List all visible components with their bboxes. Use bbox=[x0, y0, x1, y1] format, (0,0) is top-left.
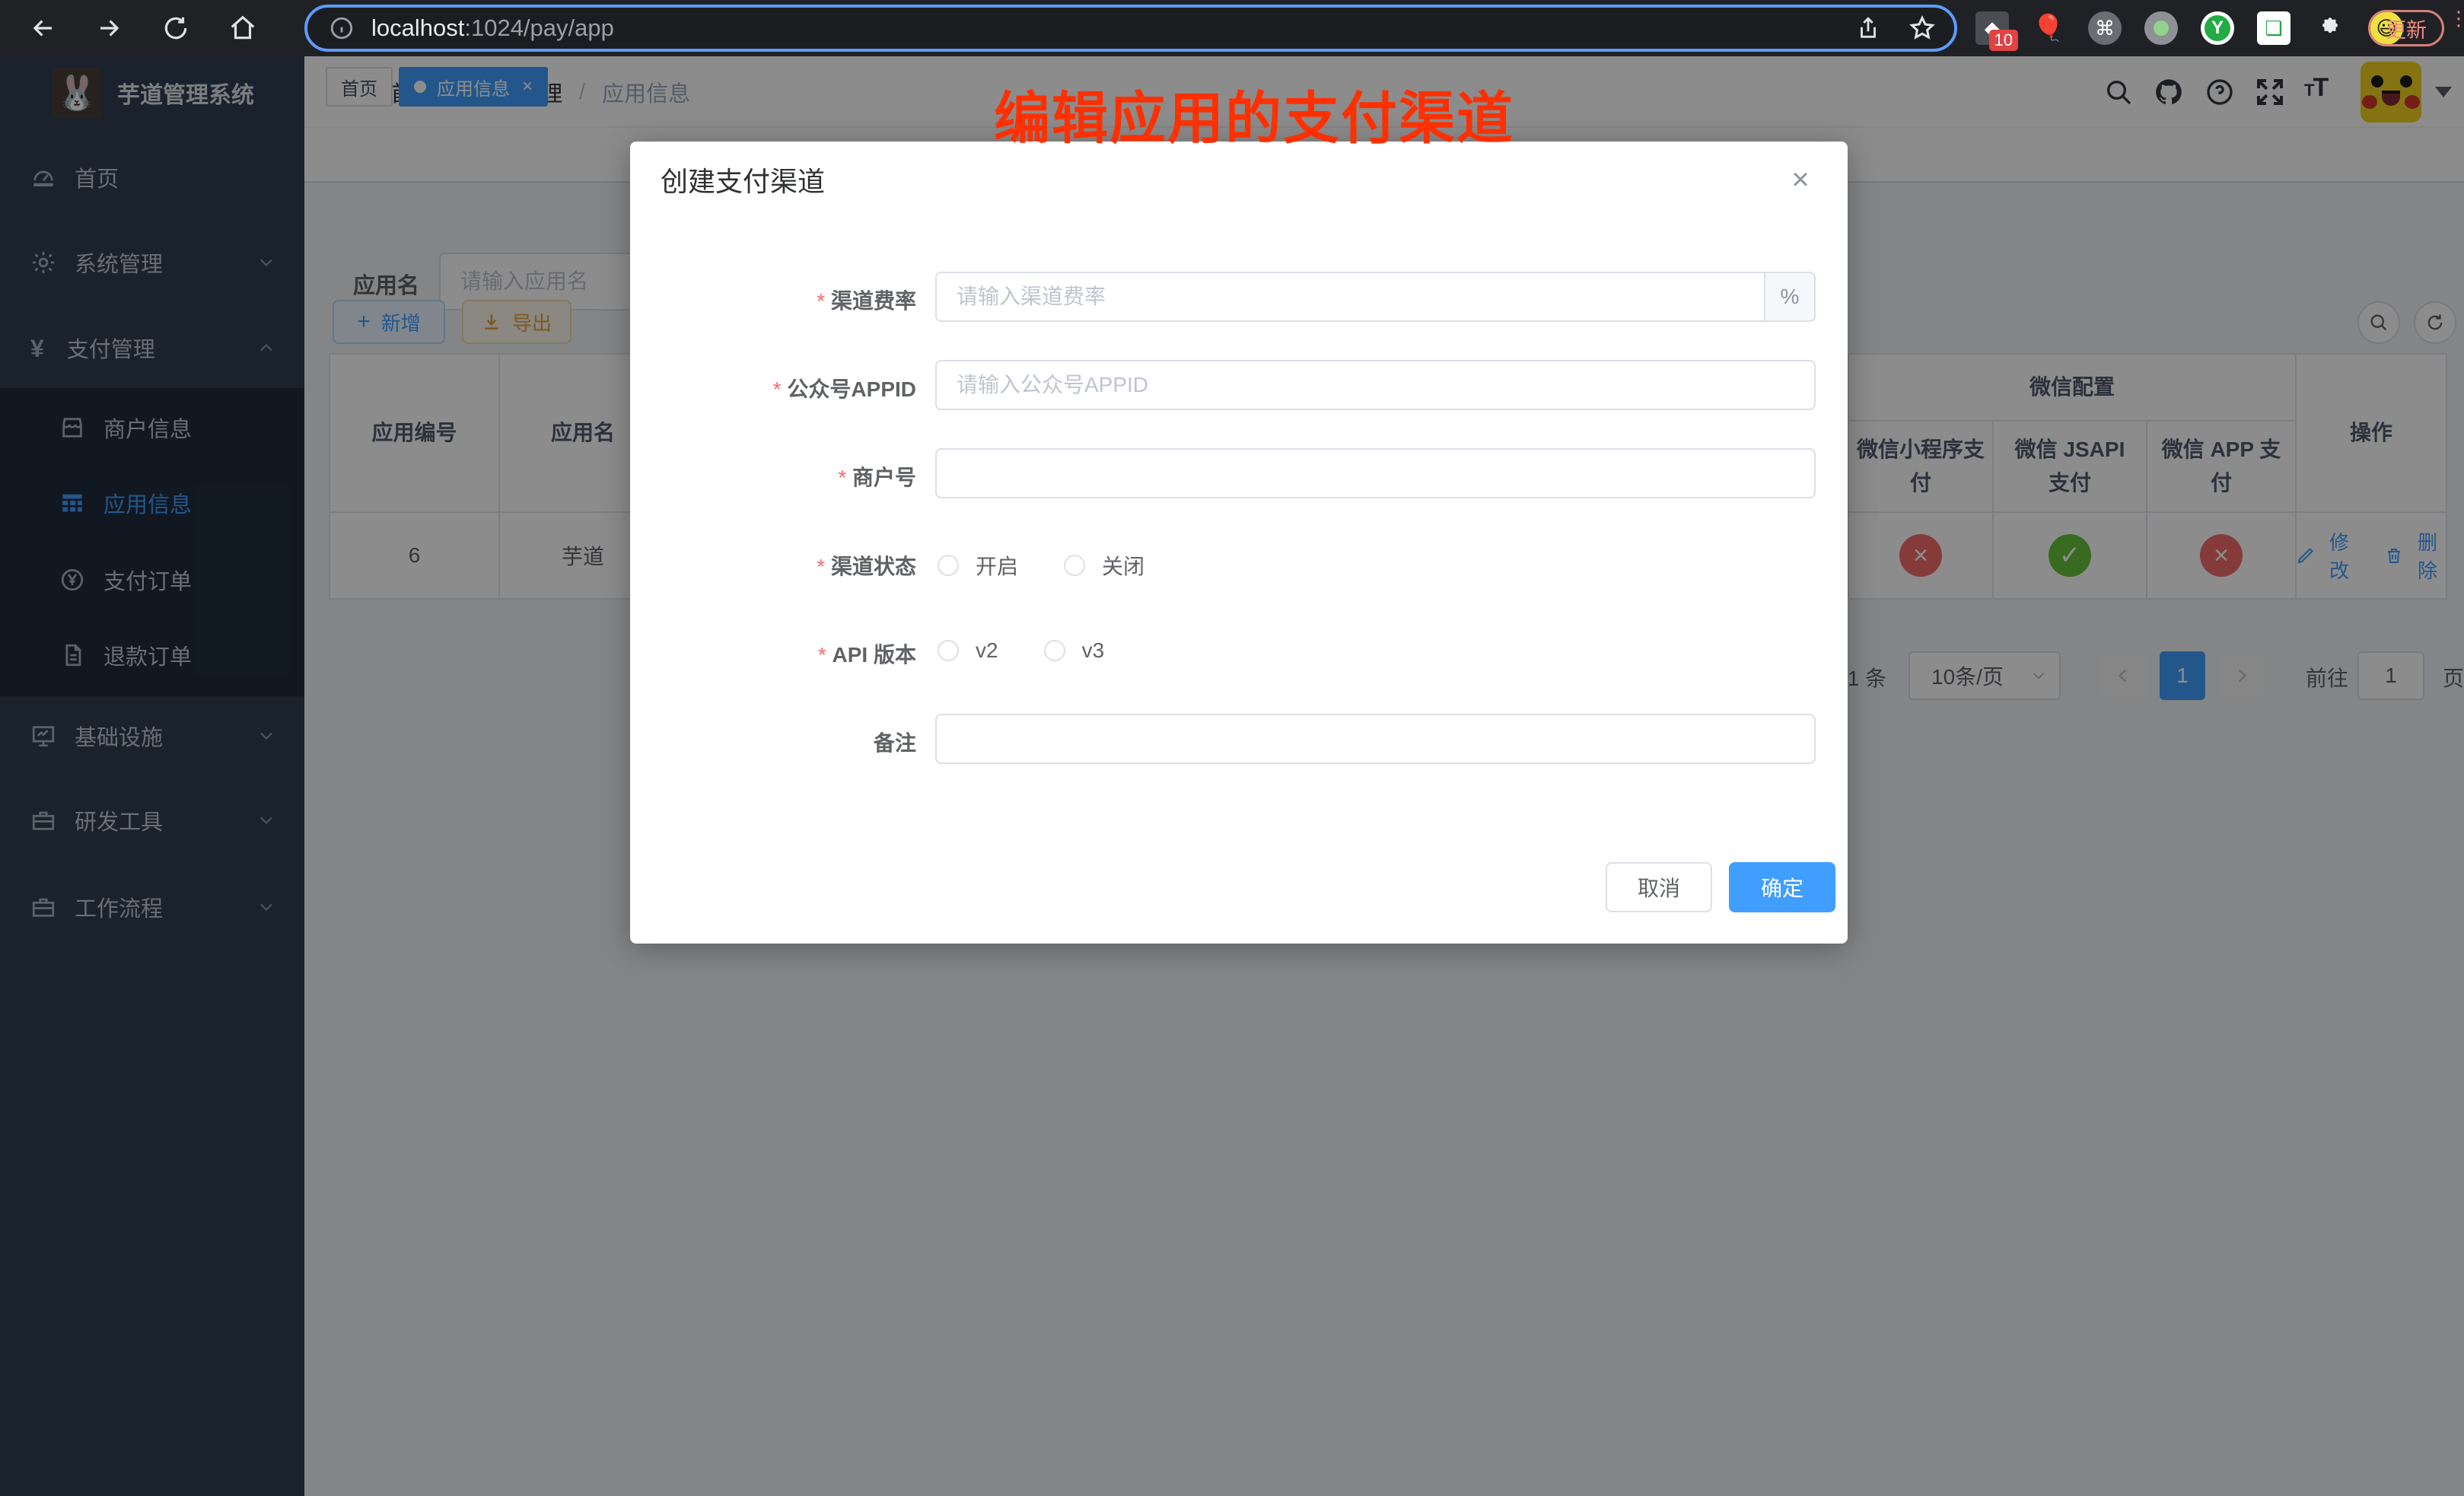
remark-input[interactable] bbox=[935, 714, 1816, 764]
rate-input[interactable] bbox=[937, 273, 1764, 320]
update-label: 更新 bbox=[2386, 14, 2427, 43]
radio-label: 开启 bbox=[976, 550, 1018, 581]
extension-balloon-icon[interactable]: 🎈 bbox=[2032, 11, 2065, 45]
url-path: :1024/pay/app bbox=[464, 14, 614, 41]
radio-label: 关闭 bbox=[1102, 550, 1144, 581]
site-info-icon[interactable] bbox=[329, 15, 355, 41]
reload-icon[interactable] bbox=[161, 14, 190, 43]
extension-command-icon[interactable]: ⌘ bbox=[2088, 11, 2122, 45]
radio-status-open[interactable]: 开启 bbox=[938, 550, 1018, 581]
extension-chat-icon[interactable]: ❏ bbox=[2257, 11, 2291, 45]
api-version-label: API 版本 bbox=[630, 638, 916, 669]
radio-icon bbox=[1064, 555, 1085, 576]
bookmark-star-icon[interactable] bbox=[1908, 14, 1936, 42]
radio-label: v2 bbox=[976, 638, 998, 663]
confirm-button[interactable]: 确定 bbox=[1729, 862, 1835, 912]
api-radio-group: v2 v3 bbox=[938, 638, 1104, 663]
extensions-puzzle-icon[interactable] bbox=[2313, 11, 2347, 45]
radio-icon bbox=[938, 555, 959, 576]
address-bar[interactable]: localhost:1024/pay/app bbox=[304, 5, 1957, 52]
radio-label: v3 bbox=[1082, 638, 1105, 663]
close-icon[interactable]: × bbox=[1784, 163, 1817, 196]
radio-status-closed[interactable]: 关闭 bbox=[1064, 550, 1144, 581]
extensions-row: ◆10 🎈 ⌘ Y ❏ 😃 bbox=[1975, 0, 2403, 56]
radio-api-v2[interactable]: v2 bbox=[938, 638, 998, 663]
url-host: localhost bbox=[371, 14, 464, 41]
rate-input-group: % bbox=[935, 272, 1816, 322]
dialog-title: 创建支付渠道 bbox=[661, 160, 825, 199]
extension-y-icon[interactable]: Y bbox=[2201, 11, 2234, 45]
appid-label: 公众号APPID bbox=[630, 373, 916, 403]
forward-icon[interactable] bbox=[94, 14, 123, 43]
create-channel-dialog: 创建支付渠道 × 渠道费率 % 公众号APPID 商户号 渠道状态 开启 关闭 … bbox=[630, 142, 1848, 944]
rate-label: 渠道费率 bbox=[630, 285, 916, 315]
cancel-button[interactable]: 取消 bbox=[1606, 862, 1712, 912]
radio-icon bbox=[938, 640, 959, 661]
browser-update-button[interactable]: 更新 bbox=[2368, 10, 2444, 46]
browser-toolbar: localhost:1024/pay/app ◆10 🎈 ⌘ Y ❏ 😃 更新 … bbox=[0, 0, 2464, 56]
appid-input[interactable] bbox=[935, 360, 1816, 410]
annotation-text: 编辑应用的支付渠道 bbox=[994, 73, 1514, 154]
cancel-label: 取消 bbox=[1638, 872, 1680, 902]
radio-icon bbox=[1044, 640, 1065, 661]
back-icon[interactable] bbox=[29, 14, 58, 43]
merchant-input[interactable] bbox=[935, 448, 1816, 498]
percent-suffix: % bbox=[1764, 273, 1814, 320]
merchant-label: 商户号 bbox=[630, 461, 916, 492]
extension-grid-icon[interactable]: ◆10 bbox=[1975, 11, 2009, 45]
remark-label: 备注 bbox=[630, 727, 916, 757]
confirm-label: 确定 bbox=[1761, 872, 1803, 902]
status-radio-group: 开启 关闭 bbox=[938, 550, 1144, 581]
browser-menu-icon[interactable]: ⋮ bbox=[2449, 14, 2455, 24]
url-text: localhost:1024/pay/app bbox=[371, 14, 614, 42]
extension-dot-icon[interactable] bbox=[2144, 11, 2178, 45]
extension-badge: 10 bbox=[1989, 30, 2018, 51]
share-icon[interactable] bbox=[1855, 15, 1881, 41]
home-icon[interactable] bbox=[228, 14, 257, 43]
radio-api-v3[interactable]: v3 bbox=[1044, 638, 1105, 663]
status-label: 渠道状态 bbox=[630, 550, 916, 581]
